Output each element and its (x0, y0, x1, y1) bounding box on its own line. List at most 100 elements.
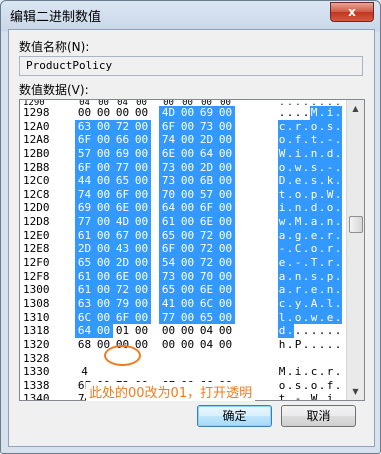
ascii-text[interactable]: D.e.s.k. (278, 174, 342, 188)
hex-byte[interactable]: 69 (197, 106, 216, 120)
hex-editor[interactable]: 1290 04 00 04 00 00 00 00 00........ 1298 00 00 00 00… (19, 99, 365, 401)
hex-byte[interactable]: 00 (216, 119, 235, 134)
hex-byte[interactable]: 6E (113, 201, 132, 216)
hex-row[interactable]: 12D0 69 00 6E 00 64 00 6F 00 i.n.d.o. (20, 201, 346, 216)
ascii-text[interactable]: M.i.c.r. (278, 365, 342, 379)
hex-byte[interactable]: 00 (178, 324, 197, 338)
hex-byte[interactable]: 73 (159, 160, 178, 175)
hex-row[interactable]: 12C0 44 00 65 00 73 00 6B 00 D.e.s.k. (20, 174, 346, 188)
hex-byte[interactable]: 41 (159, 296, 178, 311)
hex-byte[interactable]: 73 (197, 119, 216, 134)
hex-byte[interactable]: 00 (178, 242, 197, 257)
hex-byte[interactable]: 43 (113, 242, 132, 257)
ascii-text[interactable]: ....M.i. (278, 106, 342, 120)
hex-byte[interactable]: 00 (132, 119, 151, 134)
hex-byte[interactable]: 00 (113, 106, 132, 120)
hex-byte[interactable]: 77 (75, 215, 94, 229)
ascii-text[interactable]: i.n.d.o. (278, 201, 342, 216)
hex-row[interactable]: 12D8 77 00 4D 00 61 00 6E 00 w.M.a.n. (20, 215, 346, 229)
ascii-text[interactable]: d....... (278, 324, 342, 338)
hex-byte[interactable]: 72 (197, 228, 216, 243)
hex-byte[interactable]: 65 (159, 283, 178, 297)
hex-row[interactable]: 1310 6C 00 6F 00 77 00 65 00 l.o.w.e. (20, 310, 346, 325)
hex-byte[interactable]: 00 (132, 146, 151, 161)
cancel-button[interactable]: 取消 (281, 405, 356, 427)
hex-row[interactable]: 12E0 61 00 67 00 65 00 72 00 a.g.e.r. (20, 228, 346, 243)
hex-byte[interactable]: 6E (159, 146, 178, 161)
hex-row[interactable]: 12E8 2D 00 43 00 6F 00 72 00 -.C.o.r. (20, 242, 346, 257)
hex-byte[interactable]: 00 (132, 187, 151, 202)
hex-row[interactable]: 12C8 74 00 6F 00 70 00 57 00 t.o.p.W. (20, 187, 346, 202)
hex-row[interactable]: 1328 (20, 352, 346, 366)
hex-byte[interactable]: 00 (94, 187, 113, 202)
hex-byte[interactable]: 00 (216, 201, 235, 216)
hex-byte[interactable]: 00 (94, 283, 113, 297)
hex-byte[interactable]: 00 (216, 338, 235, 352)
hex-byte[interactable]: 73 (159, 174, 178, 188)
hex-byte[interactable]: 00 (132, 228, 151, 243)
hex-byte[interactable]: 57 (197, 187, 216, 202)
ascii-text[interactable]: a.r.e.n. (278, 283, 342, 297)
hex-byte[interactable]: 61 (75, 228, 94, 243)
hex-byte[interactable]: 00 (178, 174, 197, 188)
hex-row[interactable]: 12A0 63 00 72 00 6F 00 73 00 c.r.o.s. (20, 119, 346, 134)
hex-byte[interactable]: 00 (178, 296, 197, 311)
hex-byte[interactable]: 00 (94, 160, 113, 175)
hex-byte[interactable]: 00 (75, 106, 94, 120)
hex-byte[interactable]: 00 (216, 160, 235, 175)
hex-byte[interactable]: 01 (113, 324, 132, 338)
hex-byte[interactable]: 00 (159, 338, 178, 352)
hex-byte[interactable]: 4D (113, 215, 132, 229)
hex-byte[interactable]: 00 (132, 283, 151, 297)
hex-byte[interactable]: 00 (94, 133, 113, 147)
hex-byte[interactable]: 00 (178, 338, 197, 352)
ok-button[interactable]: 确定 (197, 405, 272, 427)
hex-byte[interactable]: 00 (178, 187, 197, 202)
hex-byte[interactable]: 6C (197, 296, 216, 311)
hex-byte[interactable]: 00 (94, 201, 113, 216)
hex-byte[interactable]: 77 (113, 160, 132, 175)
hex-byte[interactable]: 44 (75, 174, 94, 188)
ascii-text[interactable]: o.f.t.-. (278, 133, 342, 147)
hex-byte[interactable]: 70 (197, 269, 216, 284)
hex-byte[interactable]: 72 (113, 283, 132, 297)
ascii-text[interactable]: l.o.w.e. (278, 310, 342, 325)
ascii-text[interactable]: c.r.o.s. (278, 119, 342, 134)
hex-row[interactable]: 12F0 65 00 2D 00 54 00 72 00 e.-.T.r. (20, 256, 346, 270)
hex-byte[interactable]: 00 (216, 324, 235, 338)
scroll-up-icon[interactable]: ▲ (347, 100, 364, 117)
hex-byte[interactable]: 00 (178, 310, 197, 325)
hex-row[interactable]: 1320 68 00 00 00 00 00 04 00 h.P..... (20, 338, 346, 352)
hex-byte[interactable]: 00 (94, 296, 113, 311)
hex-byte[interactable]: 6F (75, 160, 94, 175)
hex-byte[interactable]: 00 (216, 106, 235, 120)
hex-byte[interactable]: 2D (197, 160, 216, 175)
hex-row[interactable]: 12F8 61 00 6E 00 73 00 70 00 a.n.s.p. (20, 269, 346, 284)
hex-byte[interactable]: 00 (94, 242, 113, 257)
hex-byte[interactable]: 65 (113, 174, 132, 188)
hex-byte[interactable]: 6F (159, 242, 178, 257)
hex-row[interactable]: 12B8 6F 00 77 00 73 00 2D 00 o.w.s.-. (20, 160, 346, 175)
hex-byte[interactable]: 69 (75, 201, 94, 216)
hex-byte[interactable]: 6F (113, 310, 132, 325)
hex-row[interactable]: 1308 63 00 79 00 41 00 6C 00 c.y.A.l. (20, 296, 346, 311)
hex-byte[interactable]: 00 (178, 228, 197, 243)
ascii-text[interactable]: o.w.s.-. (278, 160, 342, 175)
hex-row[interactable]: 1318 64 00 01 00 00 00 04 00 d....... (20, 324, 346, 338)
hex-byte[interactable]: 00 (132, 160, 151, 175)
ascii-text[interactable]: a.n.s.p. (278, 269, 342, 284)
hex-byte[interactable]: 6E (197, 215, 216, 229)
hex-byte[interactable]: 00 (178, 119, 197, 134)
hex-byte[interactable]: 00 (216, 269, 235, 284)
ascii-text[interactable]: t.-.W.i. (278, 392, 342, 400)
hex-byte[interactable]: 04 (197, 338, 216, 352)
hex-byte[interactable]: 70 (159, 187, 178, 202)
hex-byte[interactable]: 6B (197, 174, 216, 188)
hex-byte[interactable]: 74 (159, 133, 178, 147)
hex-byte[interactable]: 04 (197, 324, 216, 338)
hex-byte[interactable]: 79 (113, 296, 132, 311)
hex-byte[interactable]: 00 (132, 296, 151, 311)
hex-byte[interactable]: 00 (216, 228, 235, 243)
hex-byte[interactable]: 00 (178, 160, 197, 175)
vertical-scrollbar[interactable]: ▲ ▼ (346, 100, 364, 400)
